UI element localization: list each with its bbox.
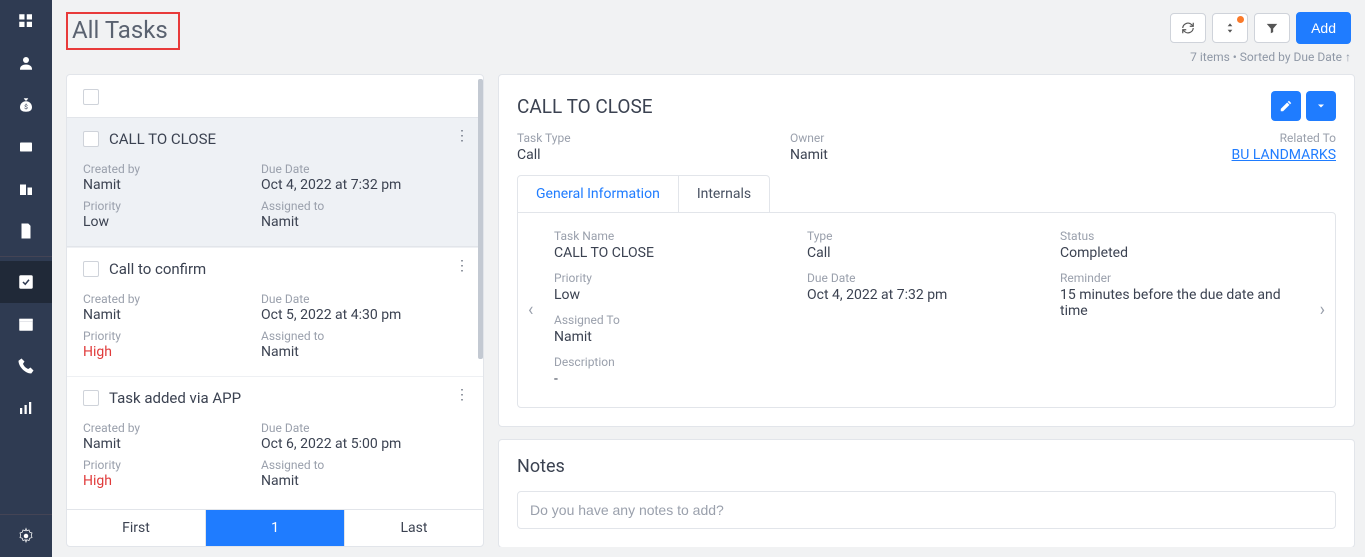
notes-title: Notes [517, 456, 1336, 477]
label-task-name: Task Name [554, 229, 787, 243]
label-created-by: Created by [83, 292, 261, 306]
select-all-checkbox[interactable] [83, 89, 99, 105]
nav-phone-icon[interactable] [0, 345, 52, 387]
value-assigned-to: Namit [261, 473, 439, 489]
label-task-type: Task Type [517, 131, 790, 145]
task-checkbox[interactable] [83, 131, 99, 147]
filter-button[interactable] [1254, 13, 1290, 43]
value-task-type: Call [517, 147, 790, 163]
nav-tasks[interactable] [0, 261, 52, 303]
list-meta: 7 items • Sorted by Due Date ↑ [1190, 50, 1351, 64]
page-last[interactable]: Last [345, 510, 483, 546]
pagination: First 1 Last [67, 509, 483, 546]
label-priority: Priority [83, 329, 261, 343]
list-scrollbar[interactable] [478, 79, 483, 359]
label-priority: Priority [83, 199, 261, 213]
nav-person[interactable] [0, 42, 52, 84]
label-owner: Owner [790, 131, 1063, 145]
notes-card: Notes [498, 439, 1355, 547]
page-number[interactable]: 1 [206, 510, 345, 546]
label-related-to: Related To [1063, 131, 1336, 145]
chevron-right-icon[interactable]: › [1320, 300, 1325, 321]
tab-internals[interactable]: Internals [679, 176, 769, 212]
label-priority: Priority [83, 458, 261, 472]
label-due-date: Due Date [261, 162, 439, 176]
value-created-by: Namit [83, 307, 261, 323]
label-assigned-to: Assigned to [261, 329, 439, 343]
label-assigned-to: Assigned to [261, 199, 439, 213]
label-due-date: Due Date [261, 292, 439, 306]
value-assigned-to: Namit [261, 344, 439, 360]
nav-calendar-icon[interactable] [0, 303, 52, 345]
sidebar: $ [0, 0, 52, 557]
task-list-panel: ⋮ CALL TO CLOSE Created by Namit Priorit… [66, 74, 484, 547]
nav-contact-card[interactable] [0, 126, 52, 168]
nav-dashboard[interactable] [0, 0, 52, 42]
tab-general[interactable]: General Information [518, 176, 679, 212]
nav-settings-icon[interactable] [0, 515, 52, 557]
add-button[interactable]: Add [1296, 12, 1351, 44]
value-priority: Low [554, 287, 787, 303]
value-priority: High [83, 344, 261, 360]
value-due-date: Oct 4, 2022 at 7:32 pm [261, 177, 439, 193]
edit-button[interactable] [1271, 91, 1301, 121]
task-title: Task added via APP [109, 389, 241, 407]
chevron-left-icon[interactable]: ‹ [528, 300, 533, 321]
task-title: CALL TO CLOSE [109, 130, 216, 148]
page-title: All Tasks [66, 12, 180, 50]
task-more-icon[interactable]: ⋮ [451, 258, 473, 280]
value-description: - [554, 371, 787, 387]
page-first[interactable]: First [67, 510, 206, 546]
value-task-name: CALL TO CLOSE [554, 245, 787, 261]
label-created-by: Created by [83, 421, 261, 435]
value-due-date: Oct 6, 2022 at 5:00 pm [261, 436, 439, 452]
detail-title: CALL TO CLOSE [517, 95, 653, 118]
value-priority: High [83, 473, 261, 489]
task-checkbox[interactable] [83, 390, 99, 406]
task-more-icon[interactable]: ⋮ [451, 387, 473, 409]
value-created-by: Namit [83, 436, 261, 452]
label-assigned-to: Assigned To [554, 313, 787, 327]
dropdown-button[interactable] [1306, 91, 1336, 121]
label-due-date: Due Date [807, 271, 1040, 285]
svg-text:$: $ [24, 103, 28, 111]
label-status: Status [1060, 229, 1293, 243]
label-due-date: Due Date [261, 421, 439, 435]
nav-money-bag-icon[interactable]: $ [0, 84, 52, 126]
task-title: Call to confirm [109, 260, 206, 278]
value-status: Completed [1060, 245, 1293, 261]
nav-document-icon[interactable] [0, 210, 52, 252]
task-detail-panel: CALL TO CLOSE Task Type Call Owner Namit R… [498, 74, 1355, 547]
label-reminder: Reminder [1060, 271, 1293, 285]
label-description: Description [554, 355, 787, 369]
task-card[interactable]: ⋮ Task added via APP Created by Namit Pr… [67, 376, 483, 505]
nav-analytics-icon[interactable] [0, 387, 52, 429]
value-assigned-to: Namit [261, 214, 439, 230]
value-owner: Namit [790, 147, 1063, 163]
value-type: Call [807, 245, 1040, 261]
task-card[interactable]: ⋮ Call to confirm Created by Namit Prior… [67, 247, 483, 376]
task-card[interactable]: ⋮ CALL TO CLOSE Created by Namit Priorit… [67, 117, 483, 247]
page-header: All Tasks Add 7 items • Sorted by Due Da… [66, 0, 1355, 74]
value-reminder: 15 minutes before the due date and time [1060, 287, 1293, 319]
label-created-by: Created by [83, 162, 261, 176]
value-assigned-to: Namit [554, 329, 787, 345]
label-assigned-to: Assigned to [261, 458, 439, 472]
value-due-date: Oct 5, 2022 at 4:30 pm [261, 307, 439, 323]
value-priority: Low [83, 214, 261, 230]
task-list-body: ⋮ CALL TO CLOSE Created by Namit Priorit… [67, 117, 483, 509]
label-type: Type [807, 229, 1040, 243]
link-related-to[interactable]: BU LANDMARKS [1232, 147, 1336, 163]
refresh-button[interactable] [1170, 13, 1206, 43]
notes-input[interactable] [517, 491, 1336, 529]
label-priority: Priority [554, 271, 787, 285]
value-due-date: Oct 4, 2022 at 7:32 pm [807, 287, 1040, 303]
nav-building-icon[interactable] [0, 168, 52, 210]
task-more-icon[interactable]: ⋮ [451, 128, 473, 150]
task-checkbox[interactable] [83, 261, 99, 277]
sort-button[interactable] [1212, 13, 1248, 43]
value-created-by: Namit [83, 177, 261, 193]
